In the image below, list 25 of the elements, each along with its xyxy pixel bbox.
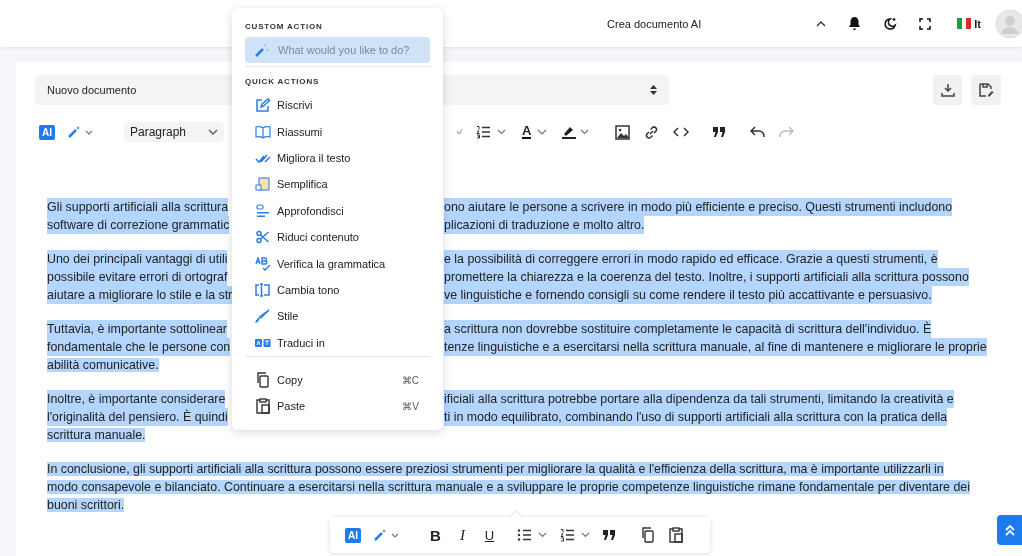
section-heading: CUSTOM ACTION	[245, 22, 324, 31]
paragraph-text: software di correzione grammatic	[47, 216, 230, 234]
paragraph-text: tenze linguistiche e a esercitarsi nella scrittura manuale, al fine di mantenere e migliorare le proprie	[444, 338, 987, 356]
paragraph-text: fondamentale che le persone con	[47, 338, 231, 356]
paragraph-text: ono aiutare le persone a scrivere in modo più efficiente e preciso. Questi strumenti includono	[444, 198, 953, 216]
paragraph-text: Inoltre, è importante considerare	[47, 390, 226, 408]
paragraph-text: e la possibilità di correggere errori in modo rapido ed efficace. Grazie a questi strumenti, è	[444, 250, 938, 268]
paragraph-text: promettere la chiarezza e la coerenza del testo. Inoltre, i supporti artificiali alla scrittura possono	[444, 268, 969, 286]
paragraph-text: buoni scrittori.	[47, 498, 125, 512]
paragraph-text: l'originalità del pensiero. È quindi	[47, 408, 228, 426]
paragraph-text: Gli supporti artificiali alla scrittura	[47, 198, 229, 216]
paragraph-text: aiutare a migliorare lo stile e la str	[47, 286, 233, 304]
paragraph-text: Tuttavia, è importante sottolinear	[47, 320, 227, 338]
paragraph-text: a scrittura non dovrebbe sostituire completamente le capacità di scrittura dell'individuo. È	[444, 320, 932, 338]
paragraph-text: plicazioni di traduzione e molto altro.	[444, 216, 645, 234]
section-heading: QUICK ACTIONS	[245, 77, 321, 86]
paragraph-text: Uno dei principali vantaggi di utili	[47, 250, 228, 268]
paragraph-text: possibile evitare errori di ortograf	[47, 268, 228, 286]
paragraph-text: In conclusione, gli supporti artificiali alla scrittura possono essere preziosi strumenti per migliorare la qualità e l'efficienza della scrittura, ma è importante utilizzarli in	[47, 462, 944, 476]
paragraph-text: ti in modo equilibrato, combinando l'uso di supporti artificiali alla scrittura con la pratica della	[444, 408, 948, 426]
paragraph-text: ificiali alla scrittura potrebbe portare alla dipendenza da tali strumenti, limitando la creatività e	[444, 390, 954, 408]
paragraph-text: scrittura manuale.	[47, 428, 146, 442]
paragraph-text: modo consapevole e bilanciato. Continuare a esercitarsi nella scrittura manuale e a sviluppare le proprie competenze linguistiche rimane fondamentale per diventare dei	[47, 480, 970, 494]
paragraph-text: abilità comunicative.	[47, 358, 159, 372]
paragraph-text: ve linguistiche e fornendo consigli su come rendere il testo più accattivante e persuasivo.	[444, 286, 932, 304]
